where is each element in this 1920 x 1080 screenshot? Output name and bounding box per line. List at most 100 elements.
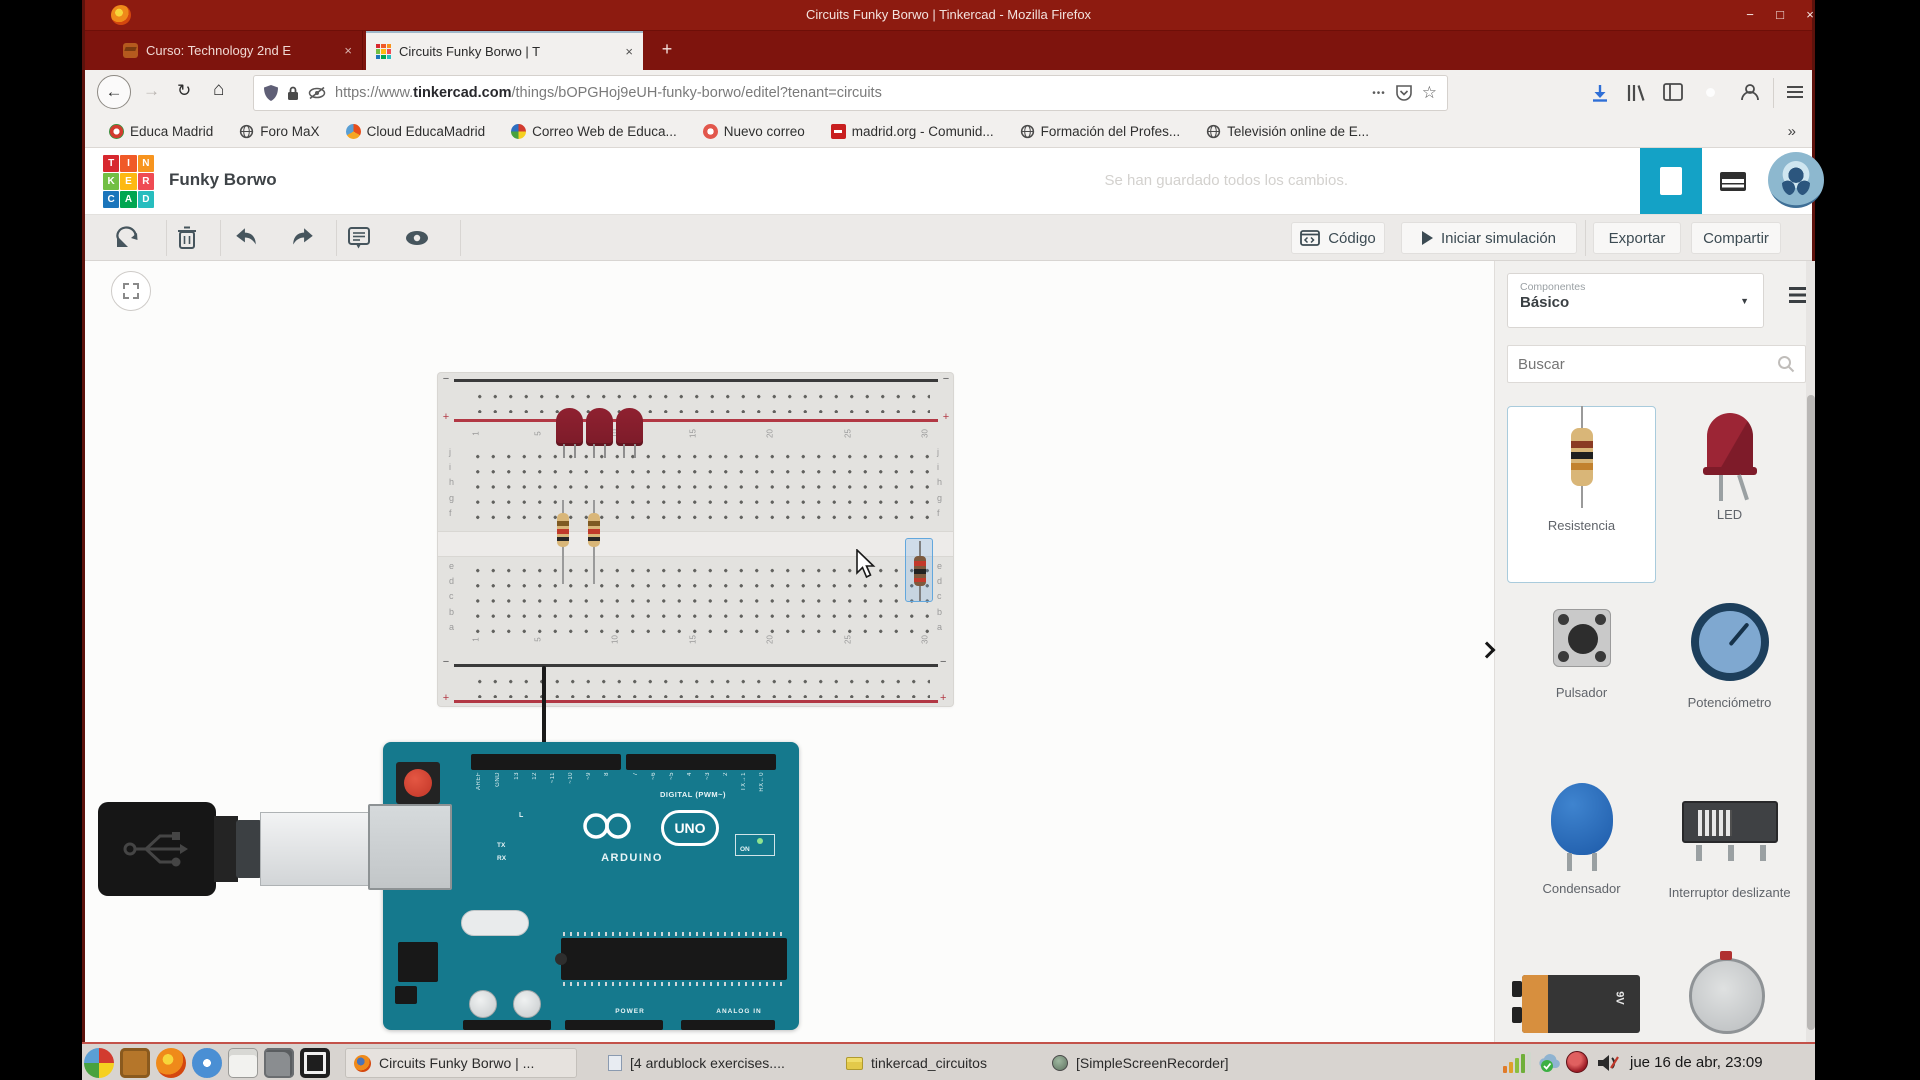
- resistor-component[interactable]: [588, 513, 600, 547]
- chromium-launcher-icon[interactable]: [192, 1048, 222, 1078]
- new-tab-button[interactable]: +: [655, 39, 679, 60]
- tab-circuits[interactable]: Circuits Funky Borwo | T ×: [366, 31, 643, 70]
- search-box[interactable]: [1507, 345, 1806, 383]
- bookmark-cloud-educamadrid[interactable]: Cloud EducaMadrid: [346, 124, 486, 139]
- start-simulation-button[interactable]: Iniciar simulación: [1401, 222, 1577, 254]
- library-icon[interactable]: [1625, 83, 1647, 103]
- firefox-launcher-icon[interactable]: [156, 1048, 186, 1078]
- redo-icon[interactable]: [290, 226, 316, 250]
- component-label: Resistencia: [1507, 518, 1656, 533]
- circuit-canvas[interactable]: − + − + 1 5 10 15 20 25 30 j i h g f j i…: [85, 261, 1494, 1042]
- black-wire[interactable]: [542, 666, 546, 748]
- led-component[interactable]: [616, 408, 643, 446]
- window-label: tinkercad_circuitos: [871, 1055, 987, 1071]
- account-icon[interactable]: [1740, 82, 1760, 102]
- reload-button[interactable]: ↻: [177, 81, 191, 101]
- resistor-component[interactable]: [557, 513, 569, 547]
- bookmarks-overflow-icon[interactable]: »: [1788, 123, 1796, 140]
- component-battery-9v[interactable]: 9V: [1522, 975, 1640, 1033]
- component-pulsador[interactable]: Pulsador: [1507, 609, 1656, 700]
- minimize-button[interactable]: −: [1738, 5, 1762, 25]
- pin-label: AREF: [476, 772, 482, 790]
- url-text[interactable]: https://www.tinkercad.com/things/bOPGHoj…: [335, 85, 1363, 101]
- component-led[interactable]: LED: [1655, 413, 1804, 522]
- text-editor-icon[interactable]: [120, 1048, 150, 1078]
- pocket-icon[interactable]: [1395, 84, 1413, 102]
- led-component[interactable]: [586, 408, 613, 446]
- screenshot-tool-icon[interactable]: [264, 1048, 294, 1078]
- capacitor: [513, 990, 541, 1018]
- document-icon: [608, 1055, 622, 1071]
- tab-curso[interactable]: Curso: Technology 2nd E ×: [113, 31, 363, 70]
- bookmark-madrid-org[interactable]: madrid.org - Comunid...: [831, 124, 994, 139]
- undo-icon[interactable]: [233, 226, 259, 250]
- taskbar-window-recorder[interactable]: [SimpleScreenRecorder]: [1044, 1048, 1244, 1078]
- forward-button[interactable]: →: [143, 81, 160, 101]
- workspace-switcher-icon[interactable]: [84, 1048, 114, 1078]
- project-title[interactable]: Funky Borwo: [169, 170, 277, 190]
- component-list-button[interactable]: [1702, 148, 1764, 214]
- component-potenciometro[interactable]: Potenciómetro: [1655, 603, 1804, 710]
- recorder-app-icon[interactable]: [300, 1048, 330, 1078]
- taskbar-window-folder[interactable]: tinkercad_circuitos: [838, 1048, 1018, 1078]
- components-category-dropdown[interactable]: Componentes Básico ▼: [1507, 273, 1764, 328]
- back-button[interactable]: ←: [97, 75, 131, 109]
- category-label: Componentes: [1520, 281, 1751, 293]
- shield-icon[interactable]: [264, 85, 278, 101]
- volume-icon[interactable]: [1596, 1052, 1620, 1074]
- selected-resistor-component[interactable]: [905, 538, 933, 602]
- component-interruptor[interactable]: Interruptor deslizante: [1655, 801, 1804, 900]
- recording-indicator-icon[interactable]: [1566, 1051, 1588, 1073]
- component-resistencia[interactable]: Resistencia: [1507, 428, 1656, 533]
- notes-app-icon[interactable]: [228, 1048, 258, 1078]
- pin-label: 4: [687, 772, 693, 776]
- zoom-to-fit-button[interactable]: [111, 271, 151, 311]
- delete-icon[interactable]: [177, 226, 197, 250]
- bookmark-foro-max[interactable]: Foro MaX: [239, 124, 319, 139]
- tab-close-icon[interactable]: ×: [344, 43, 352, 58]
- notes-icon[interactable]: [347, 226, 371, 250]
- avatar[interactable]: [1768, 152, 1824, 208]
- component-condensador[interactable]: Condensador: [1507, 783, 1656, 896]
- scrollbar-thumb[interactable]: [1807, 395, 1815, 1030]
- led-component[interactable]: [556, 408, 583, 446]
- bookmark-star-icon[interactable]: ☆: [1422, 83, 1437, 103]
- page-actions-icon[interactable]: •••: [1372, 88, 1386, 99]
- export-button[interactable]: Exportar: [1593, 222, 1681, 254]
- titlebar[interactable]: Circuits Funky Borwo | Tinkercad - Mozil…: [85, 0, 1812, 31]
- clock[interactable]: jue 16 de abr, 23:09: [1630, 1054, 1763, 1071]
- menu-icon[interactable]: [1787, 86, 1803, 98]
- taskbar-window-circuits[interactable]: Circuits Funky Borwo | ...: [345, 1048, 577, 1078]
- panel-scrollbar[interactable]: [1806, 261, 1815, 1042]
- code-button[interactable]: Código: [1291, 222, 1385, 254]
- bookmark-television[interactable]: Televisión online de E...: [1206, 124, 1369, 139]
- tab-close-icon[interactable]: ×: [625, 44, 633, 59]
- network-signal-icon[interactable]: [1503, 1052, 1531, 1073]
- rotate-icon[interactable]: [113, 226, 139, 250]
- circuit-view-button[interactable]: [1640, 148, 1702, 214]
- sidebar-icon[interactable]: [1663, 83, 1683, 101]
- bookmark-educa-madrid[interactable]: Educa Madrid: [109, 124, 213, 139]
- cloud-sync-icon[interactable]: [1537, 1053, 1563, 1073]
- bookmark-nuevo-correo[interactable]: Nuevo correo: [703, 124, 805, 139]
- bookmark-correo-web[interactable]: Correo Web de Educa...: [511, 124, 677, 139]
- eye-slash-icon[interactable]: [308, 86, 326, 100]
- digital-label: DIGITAL (PWM~): [623, 790, 763, 799]
- home-button[interactable]: ⌂: [213, 79, 224, 101]
- downloads-icon[interactable]: [1590, 83, 1610, 103]
- breadboard[interactable]: − + − + 1 5 10 15 20 25 30 j i h g f j i…: [438, 373, 953, 706]
- taskbar-window-ardublock[interactable]: [4 ardublock exercises....: [600, 1048, 832, 1078]
- smd-component: [395, 986, 417, 1004]
- visibility-icon[interactable]: [403, 226, 431, 250]
- share-button[interactable]: Compartir: [1691, 222, 1781, 254]
- lock-icon[interactable]: [287, 86, 299, 101]
- tinkercad-logo[interactable]: T I N K E R C A D: [103, 155, 154, 208]
- reset-button[interactable]: [404, 769, 432, 797]
- bookmark-formacion[interactable]: Formación del Profes...: [1020, 124, 1181, 139]
- close-button[interactable]: ×: [1798, 5, 1822, 25]
- component-coin-battery[interactable]: [1689, 958, 1765, 1034]
- url-bar[interactable]: https://www.tinkercad.com/things/bOPGHoj…: [253, 75, 1448, 111]
- usb-plug[interactable]: [98, 802, 216, 896]
- maximize-button[interactable]: □: [1768, 5, 1792, 25]
- search-input[interactable]: [1518, 356, 1777, 373]
